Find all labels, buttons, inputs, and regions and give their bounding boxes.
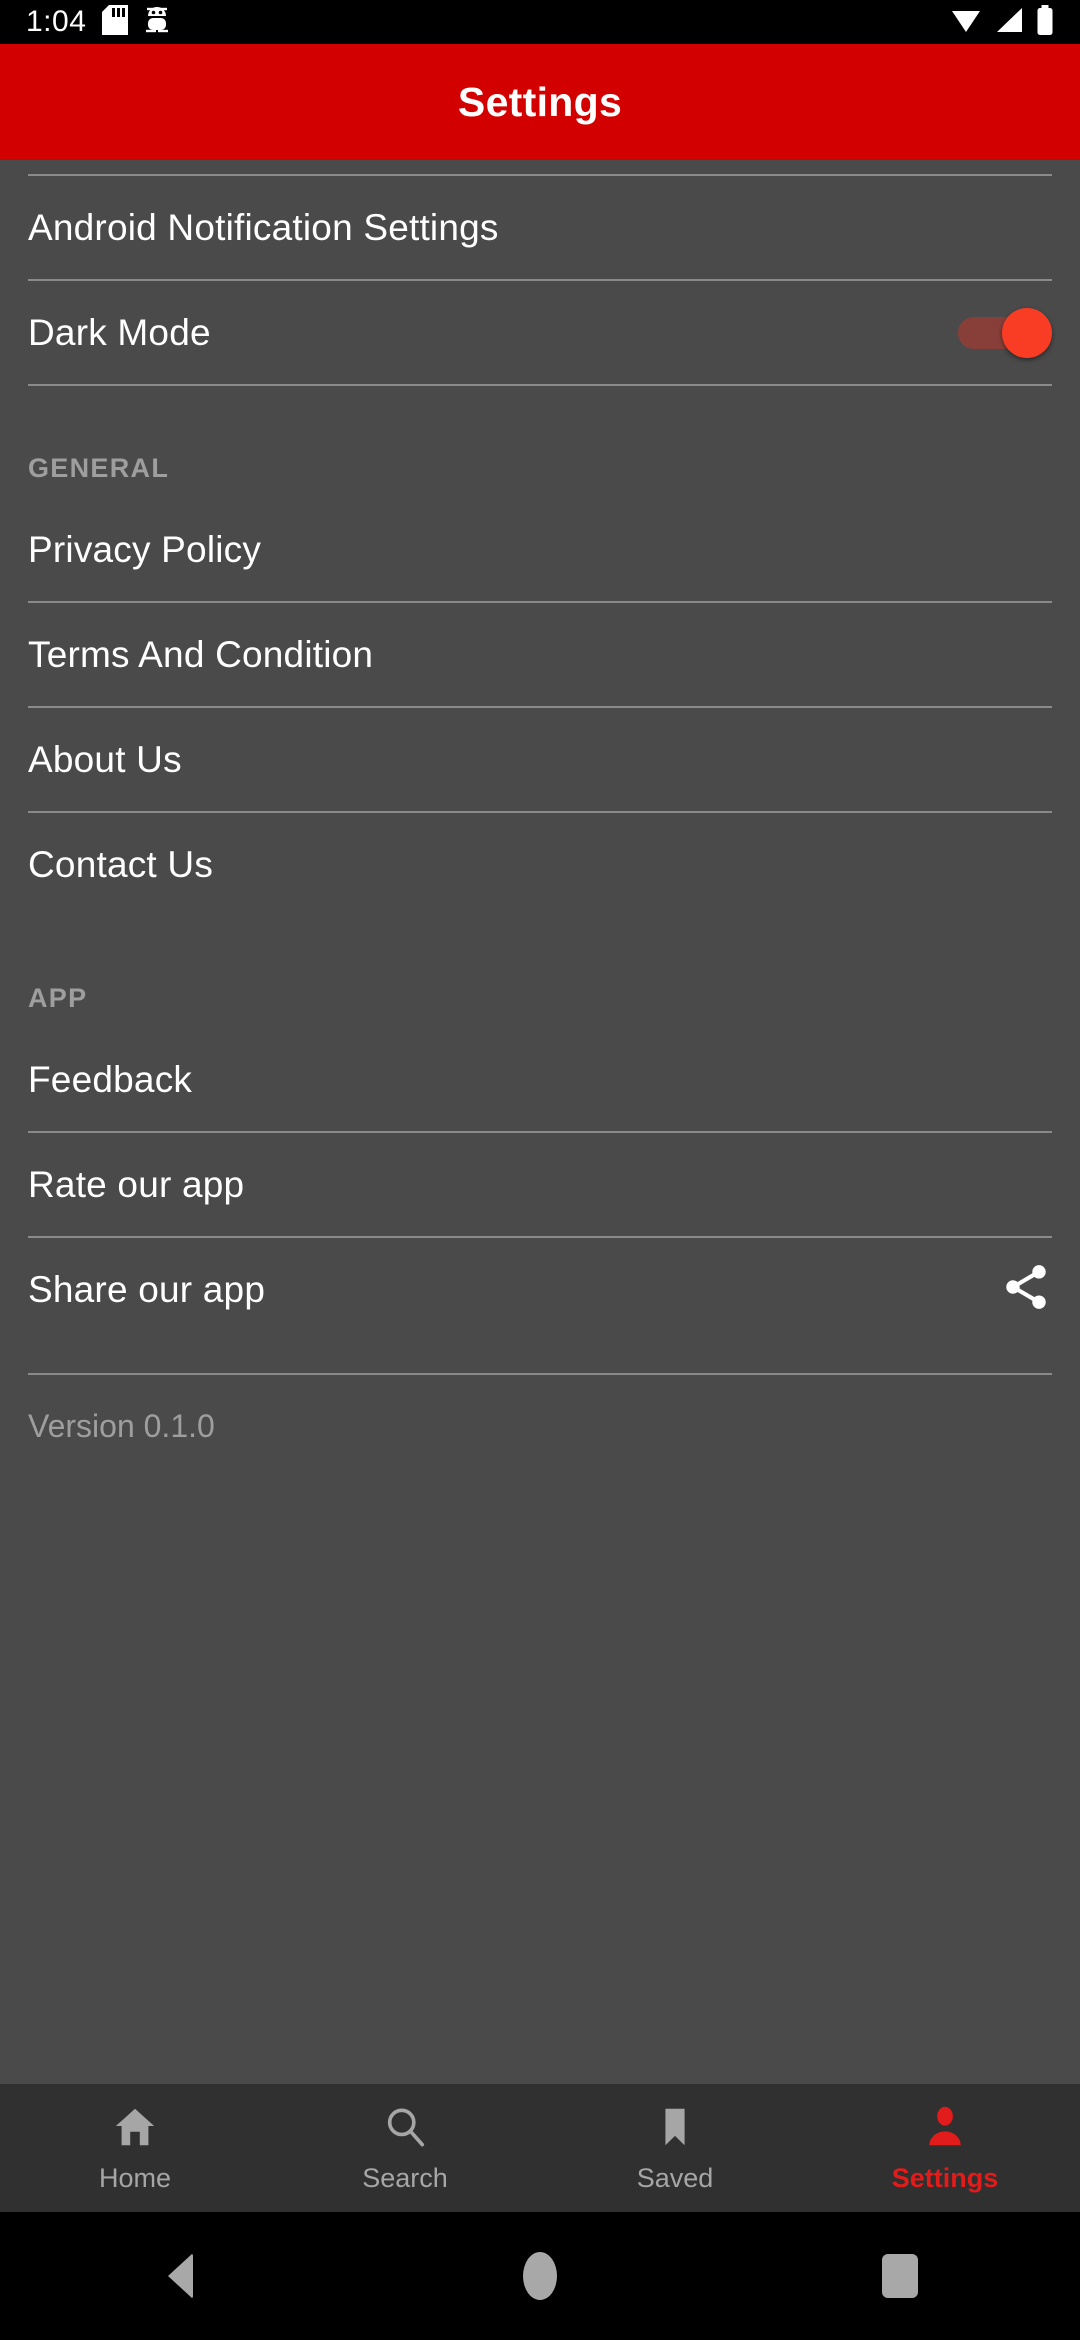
setting-label: Rate our app [28,1163,245,1205]
nav-label: Search [362,2163,448,2193]
recents-button[interactable] [720,2254,1080,2298]
setting-row-share-our-app[interactable]: Share our app [28,1238,1052,1341]
home-icon [112,2104,158,2155]
nav-label: Saved [636,2163,714,2193]
settings-scroll-area[interactable]: Android Notification Settings Dark Mode … [0,160,1080,2084]
bottom-navigation-bar: Home Search Saved Settings [0,2084,1080,2212]
setting-row-privacy-policy[interactable]: Privacy Policy [28,498,1052,601]
setting-label: Dark Mode [28,311,211,353]
bookmark-icon [652,2104,698,2155]
system-navigation-bar [0,2212,1080,2340]
search-icon [382,2104,428,2155]
section-header-app: APP [28,916,1052,1028]
status-bar: 1:04 [0,0,1080,44]
settings-list: Android Notification Settings Dark Mode … [0,174,1080,1478]
version-row: Version 0.1.0 [28,1375,1052,1478]
setting-row-contact-us[interactable]: Contact Us [28,813,1052,916]
back-button[interactable] [0,2253,360,2299]
nav-label: Settings [891,2163,999,2193]
section-header-label: GENERAL [28,453,170,483]
person-icon [922,2104,968,2155]
status-bar-left: 1:04 [26,4,170,40]
page-title: Settings [457,78,623,125]
nav-item-search[interactable]: Search [270,2104,540,2192]
wifi-icon [950,6,982,39]
home-circle-icon [523,2252,557,2300]
nav-item-settings[interactable]: Settings [810,2104,1080,2192]
setting-label: Privacy Policy [28,528,262,570]
home-button[interactable] [360,2252,720,2300]
setting-row-rate-our-app[interactable]: Rate our app [28,1133,1052,1236]
nav-item-saved[interactable]: Saved [540,2104,810,2192]
setting-label: Feedback [28,1058,193,1100]
nav-item-home[interactable]: Home [0,2104,270,2192]
app-version-label: Version 0.1.0 [28,1408,215,1444]
nav-label: Home [98,2163,172,2193]
sd-card-icon [102,4,129,40]
status-bar-right [950,4,1054,40]
share-icon[interactable] [1000,1261,1052,1318]
setting-label: Terms And Condition [28,633,374,675]
setting-row-dark-mode[interactable]: Dark Mode [28,281,1052,384]
phone-screen: 1:04 Settings Android Notification Setti… [0,0,1080,2340]
status-bar-clock: 1:04 [26,5,87,38]
app-bar: Settings [0,44,1080,160]
setting-row-android-notification-settings[interactable]: Android Notification Settings [28,176,1052,279]
setting-label: About Us [28,738,182,780]
section-header-general: GENERAL [28,386,1052,498]
setting-label: Android Notification Settings [28,206,499,248]
setting-label: Share our app [28,1268,266,1310]
section-header-label: APP [28,983,88,1013]
dark-mode-switch[interactable] [958,307,1052,358]
recents-square-icon [882,2254,918,2298]
setting-row-terms-and-condition[interactable]: Terms And Condition [28,603,1052,706]
battery-icon [1036,4,1054,40]
cellular-signal-icon [994,6,1024,39]
row-trailing [1000,1261,1052,1318]
back-triangle-icon [167,2253,193,2299]
row-trailing [958,307,1052,358]
setting-label: Contact Us [28,843,214,885]
setting-row-about-us[interactable]: About Us [28,708,1052,811]
switch-thumb [1002,307,1052,358]
android-debug-icon [144,5,170,40]
setting-row-feedback[interactable]: Feedback [28,1028,1052,1131]
